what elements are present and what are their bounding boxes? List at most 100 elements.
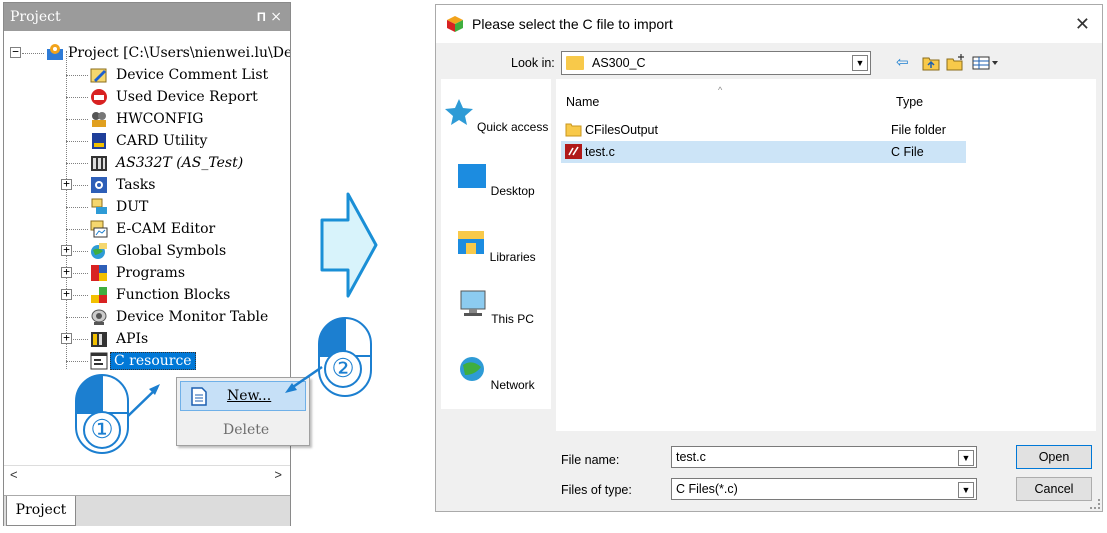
file-name: test.c <box>585 145 615 159</box>
file-name-label: File name: <box>561 453 620 467</box>
column-header-type[interactable]: Type <box>896 95 923 109</box>
tree-node-label: E-CAM Editor <box>116 221 216 237</box>
project-panel-titlebar: Project 𝚷 × <box>4 3 290 31</box>
network-icon <box>460 357 485 381</box>
close-icon[interactable]: ✕ <box>1075 5 1090 43</box>
file-type: File folder <box>891 123 946 137</box>
open-file-dialog: Please select the C file to import ✕ Loo… <box>435 4 1103 512</box>
tree-node-label: Programs <box>116 265 186 281</box>
pointer-arrow-icon <box>285 365 323 393</box>
place-label: Libraries <box>489 250 536 264</box>
place-desktop[interactable]: Desktop <box>441 161 551 198</box>
place-this-pc[interactable]: This PC <box>441 289 551 326</box>
tree-node-label: CARD Utility <box>116 133 208 149</box>
tree-node-label: Used Device Report <box>116 89 258 105</box>
chevron-down-icon[interactable]: ▼ <box>958 482 974 498</box>
menu-item-delete[interactable]: Delete <box>223 422 269 438</box>
chevron-down-icon[interactable]: ▼ <box>958 450 974 466</box>
tree-node-label: Device Monitor Table <box>116 309 269 325</box>
star-icon <box>444 99 473 125</box>
step-1-badge: ① <box>83 411 121 449</box>
file-row-test-c[interactable]: test.c C File <box>561 141 966 163</box>
open-button[interactable]: Open <box>1016 445 1092 469</box>
folder-icon <box>566 56 584 70</box>
file-type-value: C Files(*.c) <box>676 482 738 496</box>
tree-node-label: Device Comment List <box>116 67 269 83</box>
c-file-icon <box>565 144 582 159</box>
expand-icon[interactable]: + <box>61 266 72 278</box>
file-type-label: Files of type: <box>561 483 632 497</box>
place-network[interactable]: Network <box>441 355 551 392</box>
pointer-arrow-icon <box>127 384 160 417</box>
look-in-value: AS300_C <box>592 56 646 70</box>
tree-node-label: AS332T (AS_Test) <box>116 155 244 171</box>
collapse-icon[interactable]: − <box>10 46 21 58</box>
horizontal-scrollbar[interactable]: < > <box>4 465 290 485</box>
dialog-titlebar: Please select the C file to import ✕ <box>436 5 1102 43</box>
place-libraries[interactable]: Libraries <box>441 227 551 264</box>
card-icon <box>92 133 106 149</box>
pc-icon <box>460 290 486 316</box>
new-document-icon <box>191 387 207 406</box>
view-menu-icon[interactable] <box>972 55 1000 71</box>
pin-icon[interactable]: 𝚷 <box>257 3 266 31</box>
desktop-icon <box>458 164 487 188</box>
project-panel-title: Project <box>10 9 61 25</box>
up-folder-icon[interactable] <box>922 55 940 71</box>
pencil-icon <box>90 68 107 83</box>
project-icon <box>47 44 63 60</box>
project-tab-strip: Project <box>4 495 290 526</box>
place-label: Desktop <box>490 184 535 198</box>
project-panel: Project 𝚷 × − Project [C:\Users\nienwei.… <box>3 2 291 526</box>
screenshot-stage: Project 𝚷 × − Project [C:\Users\nienwei.… <box>0 0 1107 533</box>
file-type-combobox[interactable]: C Files(*.c) ▼ <box>671 478 977 500</box>
expand-icon[interactable]: + <box>61 244 72 256</box>
tree-node-label: Global Symbols <box>116 243 227 259</box>
file-name-combobox[interactable]: test.c ▼ <box>671 446 977 468</box>
dialog-title: Please select the C file to import <box>472 16 673 32</box>
step-2-badge: ② <box>324 350 362 388</box>
globe-icon <box>91 243 107 259</box>
tree-node-label: Function Blocks <box>116 287 231 303</box>
look-in-combobox[interactable]: AS300_C ▼ <box>561 51 871 75</box>
place-label: Network <box>490 378 535 392</box>
file-list[interactable]: ^ Name Type CFilesOutput File folder tes… <box>556 79 1096 431</box>
tree-node-label: Project [C:\Users\nienwei.lu\De: <box>68 45 290 61</box>
column-header-name[interactable]: Name <box>566 95 599 109</box>
scroll-left-icon[interactable]: < <box>10 467 18 482</box>
new-folder-icon[interactable] <box>946 53 966 71</box>
chevron-down-icon[interactable]: ▼ <box>852 55 868 71</box>
tree-node-label: DUT <box>116 199 149 215</box>
expand-icon[interactable]: + <box>61 178 72 190</box>
places-bar: Quick access Desktop Libraries This PC N… <box>441 79 551 409</box>
expand-icon[interactable]: + <box>61 332 72 344</box>
function-blocks-icon <box>91 287 107 303</box>
right-arrow-icon <box>320 192 378 298</box>
back-icon[interactable]: ⇦ <box>896 53 909 71</box>
monitor-icon <box>91 309 107 325</box>
close-icon[interactable]: × <box>270 3 282 31</box>
libraries-icon <box>458 231 485 254</box>
resize-grip[interactable] <box>1090 499 1100 509</box>
file-name: CFilesOutput <box>585 123 658 137</box>
place-label: This PC <box>491 312 534 326</box>
file-name-value: test.c <box>676 450 706 464</box>
place-quick-access[interactable]: Quick access <box>441 97 551 134</box>
tree-node-label: HWCONFIG <box>116 111 204 127</box>
place-label: Quick access <box>476 120 549 134</box>
cancel-button[interactable]: Cancel <box>1016 477 1092 501</box>
expand-icon[interactable]: + <box>61 288 72 300</box>
apis-icon <box>91 332 107 347</box>
c-resource-icon <box>90 352 108 370</box>
tree-node-label-selected: C resource <box>110 352 196 370</box>
ecam-icon <box>90 220 108 238</box>
report-icon <box>91 89 107 105</box>
look-in-label: Look in: <box>511 56 555 70</box>
plc-icon <box>91 156 107 171</box>
file-row-cfilesoutput[interactable]: CFilesOutput File folder <box>561 119 966 141</box>
hwconfig-icon <box>92 112 106 127</box>
folder-icon <box>565 123 582 137</box>
file-type: C File <box>891 145 924 159</box>
tab-project[interactable]: Project <box>6 496 76 526</box>
scroll-right-icon[interactable]: > <box>274 467 282 482</box>
